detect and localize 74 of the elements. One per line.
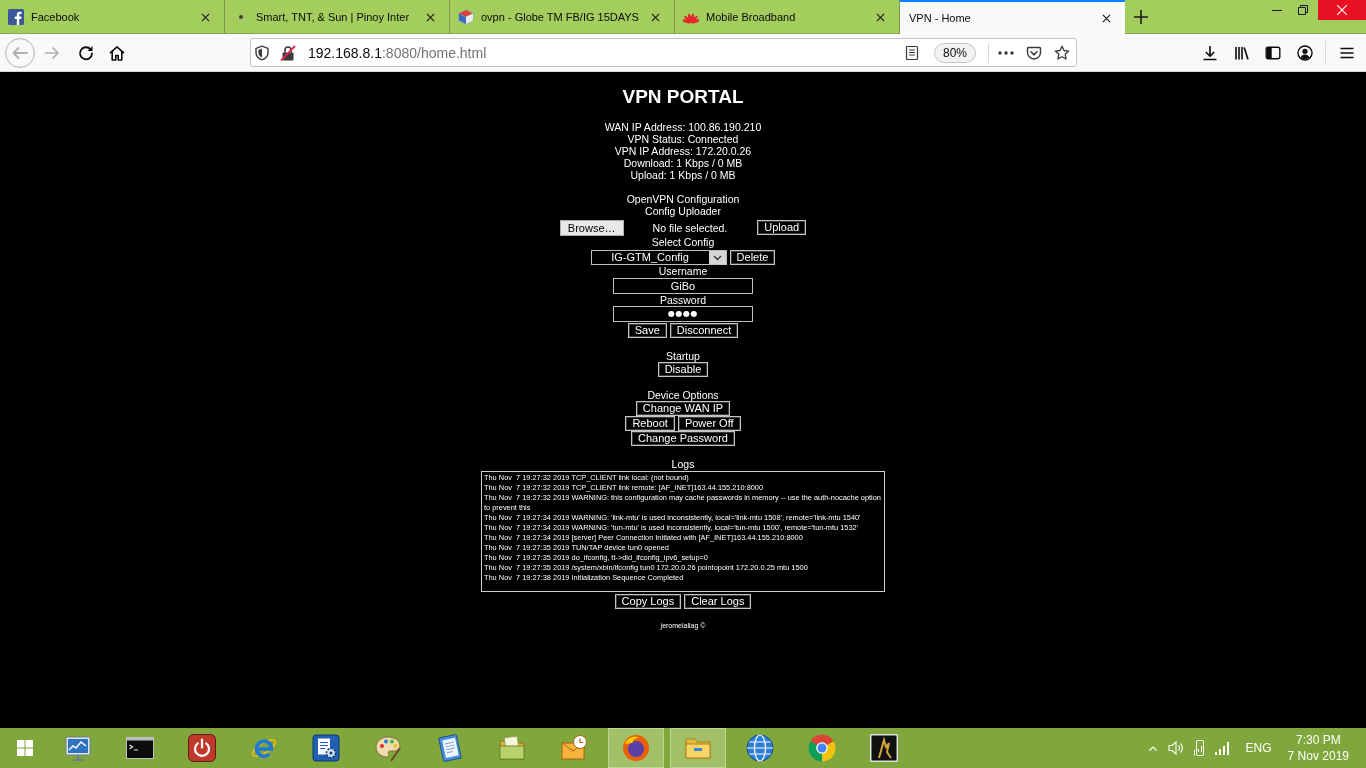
action-button[interactable]: Copy Logs	[614, 594, 682, 609]
download-icon[interactable]	[1202, 44, 1218, 61]
status-line: WAN IP Address: 100.86.190.210	[604, 121, 762, 133]
cube-icon	[458, 9, 474, 25]
minimize-icon[interactable]	[1272, 9, 1282, 11]
power-icon[interactable]	[188, 734, 216, 762]
dot-icon	[239, 15, 243, 19]
home-icon[interactable]	[109, 44, 125, 61]
section-heading: Logs	[671, 458, 695, 470]
ring-logo-icon[interactable]	[808, 734, 836, 762]
config-select[interactable]: IG-GTM_Config	[590, 250, 727, 265]
envelope-clock-icon[interactable]	[560, 734, 588, 762]
action-button[interactable]: Save	[627, 323, 667, 338]
delete-button[interactable]: Delete	[729, 250, 776, 265]
shield-icon[interactable]	[254, 44, 270, 61]
section-heading: Device Options	[647, 389, 719, 401]
file-status-text: No file selected.	[652, 221, 728, 236]
globe-icon[interactable]	[746, 734, 774, 762]
terminal-icon[interactable]	[126, 734, 154, 762]
action-button[interactable]: Disconnect	[669, 323, 739, 338]
pocket-icon[interactable]	[1026, 44, 1042, 61]
sidebar-icon[interactable]	[1265, 44, 1281, 61]
f-logo-icon	[8, 9, 24, 25]
field-label: Config Uploader	[645, 205, 721, 217]
close-icon[interactable]	[651, 12, 660, 22]
insecure-lock-icon[interactable]	[280, 44, 296, 61]
password-field[interactable]: ●●●●	[613, 306, 753, 322]
section-heading: Startup	[666, 350, 700, 362]
flame-globe-icon[interactable]	[622, 734, 650, 762]
caret-up-icon[interactable]	[1148, 745, 1157, 751]
username-field[interactable]: GiBo	[613, 278, 753, 294]
restore-icon[interactable]	[1298, 5, 1308, 15]
library-icon[interactable]	[1234, 44, 1250, 61]
speaker-icon[interactable]	[1167, 740, 1184, 756]
section-heading: OpenVPN Configuration	[626, 193, 740, 205]
startup-toggle-button[interactable]: Disable	[657, 362, 709, 377]
upload-button[interactable]: Upload	[757, 220, 807, 235]
page-title: VPN PORTAL	[622, 86, 744, 108]
close-icon[interactable]	[201, 12, 210, 22]
action-button[interactable]: Power Off	[677, 416, 741, 431]
status-line: VPN Status: Connected	[627, 133, 739, 145]
close-icon[interactable]	[1102, 13, 1111, 23]
status-line: Upload: 1 Kbps / 0 MB	[630, 169, 736, 181]
window-close-button[interactable]	[1318, 0, 1366, 20]
field-label: Select Config	[651, 236, 715, 248]
more-icon[interactable]	[998, 50, 1014, 55]
plus-icon[interactable]	[1134, 10, 1148, 24]
action-button[interactable]: Reboot	[625, 416, 675, 431]
field-label: Password	[659, 294, 707, 306]
account-icon[interactable]	[1297, 44, 1313, 61]
chevron-down-icon[interactable]	[708, 251, 726, 264]
close-icon[interactable]	[426, 12, 435, 22]
zoom-reset-button[interactable]: 80%	[933, 42, 976, 63]
signal-bars-icon[interactable]	[1213, 741, 1230, 755]
notes-folder-icon[interactable]	[498, 734, 526, 762]
reload-icon[interactable]	[78, 44, 94, 61]
close-icon[interactable]	[876, 12, 885, 22]
browser-tab[interactable]: VPN - Home	[900, 0, 1125, 34]
monitor-chart-icon[interactable]	[64, 734, 92, 762]
phone-icon[interactable]	[1193, 740, 1204, 756]
browse-button[interactable]: Browse…	[559, 220, 624, 236]
action-button[interactable]: Clear Logs	[684, 594, 752, 609]
url-field[interactable]: 192.168.8.1:8080/home.html	[308, 44, 487, 61]
start-icon[interactable]	[17, 740, 33, 756]
status-line: Download: 1 Kbps / 0 MB	[623, 157, 743, 169]
status-line: VPN IP Address: 172.20.0.26	[614, 145, 752, 157]
action-button[interactable]: Change Password	[631, 431, 735, 446]
field-label: Username	[658, 265, 708, 277]
star-icon[interactable]	[1054, 44, 1070, 61]
reader-view-icon[interactable]	[903, 44, 920, 61]
action-button[interactable]: Change WAN IP	[635, 401, 731, 416]
palette-icon[interactable]	[374, 734, 402, 762]
document-gear-icon[interactable]	[312, 734, 340, 762]
figure-tile-icon[interactable]	[870, 734, 898, 762]
